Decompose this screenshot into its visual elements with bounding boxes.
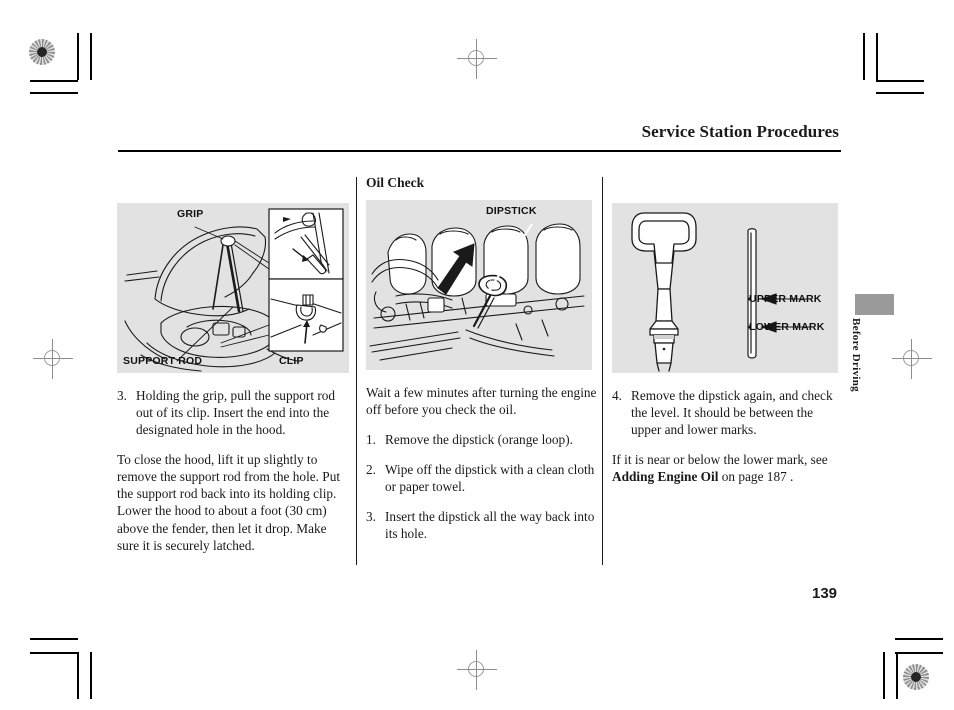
figure-label-dipstick: DIPSTICK bbox=[486, 204, 537, 217]
column-right: UPPER MARK LOWER MARK 4. Remove the dips… bbox=[612, 176, 844, 485]
list-item: 3. Holding the grip, pull the support ro… bbox=[117, 387, 349, 438]
list-item: 1. Remove the dipstick (orange loop). bbox=[366, 431, 598, 448]
list-item: 3. Insert the dipstick all the way back … bbox=[366, 508, 598, 542]
cross-reference-paragraph: If it is near or below the lower mark, s… bbox=[612, 451, 844, 485]
step-number: 2. bbox=[366, 462, 376, 478]
figure-label-support-rod: SUPPORT ROD bbox=[123, 355, 203, 367]
figure-label-clip: CLIP bbox=[279, 355, 304, 367]
crop-mark-top-right-h2 bbox=[876, 92, 924, 94]
left-closing-paragraph: To close the hood, lift it up slightly t… bbox=[117, 452, 341, 553]
figure-label-grip: GRIP bbox=[177, 208, 204, 220]
registration-target-top-left bbox=[29, 39, 55, 65]
figure-hood-support-rod: GRIP SUPPORT ROD CLIP bbox=[117, 203, 349, 373]
step-text: Remove the dipstick again, and check the… bbox=[631, 388, 833, 438]
crop-mark-bottom-left-v bbox=[77, 652, 79, 699]
crossref-lead: If it is near or below the lower mark, s… bbox=[612, 452, 828, 468]
registration-crosshair-top bbox=[455, 37, 499, 81]
crop-mark-bottom-left-h bbox=[30, 638, 78, 640]
step-text: Remove the dipstick (orange loop). bbox=[385, 432, 573, 447]
crop-mark-bottom-right-h bbox=[895, 638, 943, 640]
crop-mark-bottom-left-v2 bbox=[90, 652, 92, 699]
step-text: Holding the grip, pull the support rod o… bbox=[136, 388, 336, 438]
thumb-tab-marker bbox=[855, 294, 894, 315]
crop-mark-bottom-left-h2 bbox=[30, 652, 78, 654]
crossref-topic: Adding Engine Oil bbox=[612, 469, 719, 485]
figure-dipstick-location: DIPSTICK bbox=[366, 199, 592, 370]
engine-bay-illustration bbox=[369, 223, 585, 361]
page-title: Service Station Procedures bbox=[641, 122, 839, 141]
crop-mark-top-left-h bbox=[30, 80, 78, 82]
figure-label-lower-mark: LOWER MARK bbox=[749, 321, 825, 333]
figure-dipstick-marks: UPPER MARK LOWER MARK bbox=[612, 203, 838, 373]
section-title-oil-check: Oil Check bbox=[366, 175, 425, 190]
page-number: 139 bbox=[812, 585, 838, 602]
crop-mark-top-right-h bbox=[876, 80, 924, 82]
crop-mark-top-left-v2 bbox=[90, 33, 92, 80]
figure-label-upper-mark: UPPER MARK bbox=[749, 293, 822, 305]
step-number: 4. bbox=[612, 388, 622, 403]
column-middle: Oil Check DIPSTICK Wait a few minutes af… bbox=[366, 175, 598, 543]
step-number: 3. bbox=[366, 509, 376, 525]
column-divider-left bbox=[356, 177, 358, 565]
crop-mark-top-right-v bbox=[876, 33, 878, 80]
step-number: 1. bbox=[366, 432, 376, 447]
registration-crosshair-left bbox=[31, 337, 75, 381]
column-divider-right bbox=[602, 177, 604, 565]
column-left: GRIP SUPPORT ROD CLIP 3. Holding the gri… bbox=[117, 176, 349, 554]
step-number: 3. bbox=[117, 388, 127, 403]
left-column-text: 3. Holding the grip, pull the support ro… bbox=[117, 387, 349, 554]
left-step-list: 3. Holding the grip, pull the support ro… bbox=[117, 387, 349, 438]
registration-crosshair-right bbox=[890, 337, 934, 381]
crop-mark-top-left-v bbox=[77, 33, 79, 80]
crop-mark-top-left-h2 bbox=[30, 92, 78, 94]
right-column-text: 4. Remove the dipstick again, and check … bbox=[612, 387, 844, 485]
crop-mark-bottom-right-h2 bbox=[895, 652, 943, 654]
step-text: Insert the dipstick all the way back int… bbox=[385, 509, 595, 542]
crossref-tail: on page 187 . bbox=[718, 469, 794, 485]
thumb-tab-label: Before Driving bbox=[850, 318, 862, 392]
oil-check-step-list: 1. Remove the dipstick (orange loop). 2.… bbox=[366, 431, 598, 542]
step-text: Wipe off the dipstick with a clean cloth… bbox=[385, 462, 595, 495]
list-item: 2. Wipe off the dipstick with a clean cl… bbox=[366, 461, 598, 495]
header-rule bbox=[118, 150, 841, 152]
crop-mark-bottom-right-v bbox=[896, 652, 898, 699]
dipstick-collar-band bbox=[654, 335, 674, 339]
registration-crosshair-bottom bbox=[455, 648, 499, 692]
middle-column-text: Wait a few minutes after turning the eng… bbox=[366, 384, 598, 543]
inset-clip-detail bbox=[268, 278, 344, 352]
list-item: 4. Remove the dipstick again, and check … bbox=[612, 387, 844, 438]
hood-illustration bbox=[124, 208, 344, 372]
oil-check-intro: Wait a few minutes after turning the eng… bbox=[366, 384, 597, 417]
inset-support-rod-detail bbox=[268, 208, 344, 280]
crop-mark-top-right-v2 bbox=[863, 33, 865, 80]
crop-mark-bottom-right-v2 bbox=[883, 652, 885, 699]
right-step-list: 4. Remove the dipstick again, and check … bbox=[612, 387, 844, 438]
dipstick-illustration bbox=[631, 212, 812, 372]
registration-target-bottom-right bbox=[903, 664, 929, 690]
